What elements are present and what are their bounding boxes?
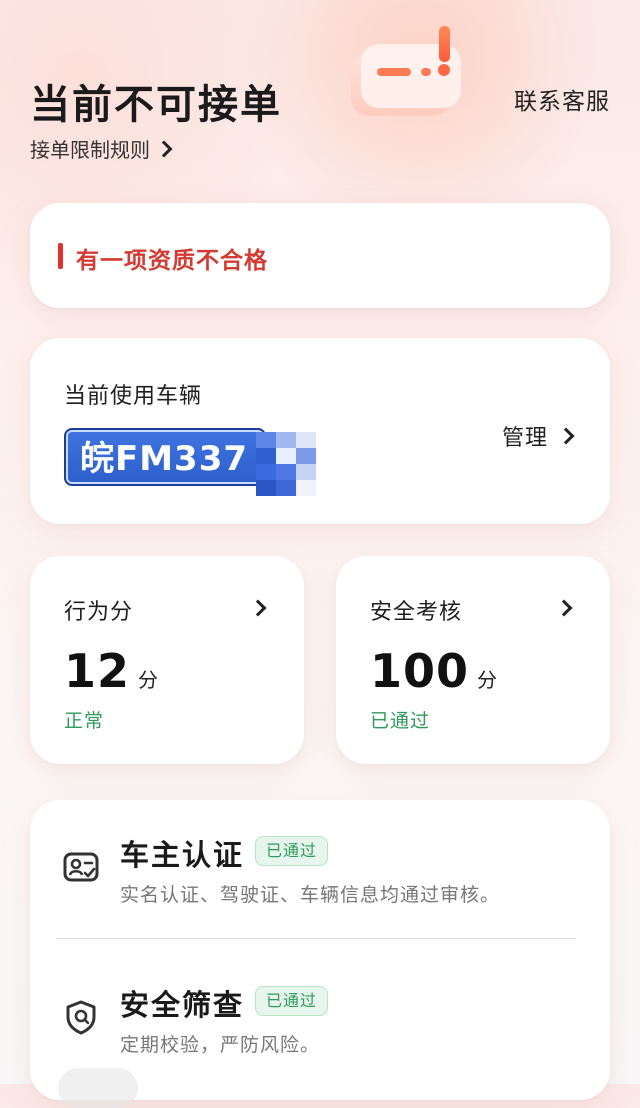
chevron-right-icon <box>249 599 267 617</box>
behavior-score-value: 12 <box>64 644 131 698</box>
contact-support-button[interactable]: 联系客服 <box>514 82 610 116</box>
behavior-score-value-row: 12 分 <box>64 644 158 698</box>
behavior-score-card[interactable]: 行为分 12 分 正常 <box>30 556 304 764</box>
behavior-score-title: 行为分 <box>64 600 134 625</box>
chevron-right-icon <box>557 427 575 445</box>
next-item-peek <box>58 1068 138 1108</box>
alert-message: 有一项资质不合格 <box>76 248 268 274</box>
chevron-right-icon <box>555 599 573 617</box>
order-rules-label: 接单限制规则 <box>30 138 150 162</box>
safety-screening-badge: 已通过 <box>255 986 329 1016</box>
safety-screening-title: 安全筛查 <box>120 988 245 1022</box>
manage-vehicle-link[interactable]: 管理 <box>501 420 575 452</box>
warning-message-illustration <box>351 26 461 116</box>
safety-assessment-status: 已通过 <box>370 710 431 732</box>
safety-assessment-title: 安全考核 <box>370 600 463 625</box>
safety-assessment-card[interactable]: 安全考核 100 分 已通过 <box>336 556 610 764</box>
safety-assessment-value-row: 100 分 <box>370 644 497 698</box>
behavior-score-status: 正常 <box>64 710 105 732</box>
shield-pin-icon <box>66 1000 96 1035</box>
current-vehicle-label: 当前使用车辆 <box>64 384 203 409</box>
id-card-icon <box>63 852 99 882</box>
license-plate: 皖FM337 <box>64 428 266 486</box>
safety-assessment-value: 100 <box>370 644 470 698</box>
manage-vehicle-label: 管理 <box>501 426 548 451</box>
safety-assessment-unit: 分 <box>477 668 498 692</box>
page-title: 当前不可接单 <box>30 82 282 128</box>
alert-indicator-bar <box>58 243 63 269</box>
current-vehicle-card: 当前使用车辆 皖FM337 管理 <box>30 338 610 524</box>
owner-certification-badge: 已通过 <box>255 836 329 866</box>
qualification-alert-card[interactable]: 有一项资质不合格 <box>30 203 610 308</box>
order-rules-link[interactable]: 接单限制规则 <box>30 134 173 163</box>
behavior-score-unit: 分 <box>138 668 159 692</box>
certification-list-card: 车主认证 已通过 实名认证、驾驶证、车辆信息均通过审核。 安全筛查 已通过 定期… <box>30 800 610 1100</box>
owner-certification-desc: 实名认证、驾驶证、车辆信息均通过审核。 <box>120 884 501 906</box>
plate-mosaic-blur <box>256 432 316 496</box>
divider <box>56 938 576 939</box>
chevron-right-icon <box>155 140 173 157</box>
safety-screening-desc: 定期校验，严防风险。 <box>120 1034 321 1056</box>
owner-certification-title: 车主认证 <box>120 838 245 872</box>
